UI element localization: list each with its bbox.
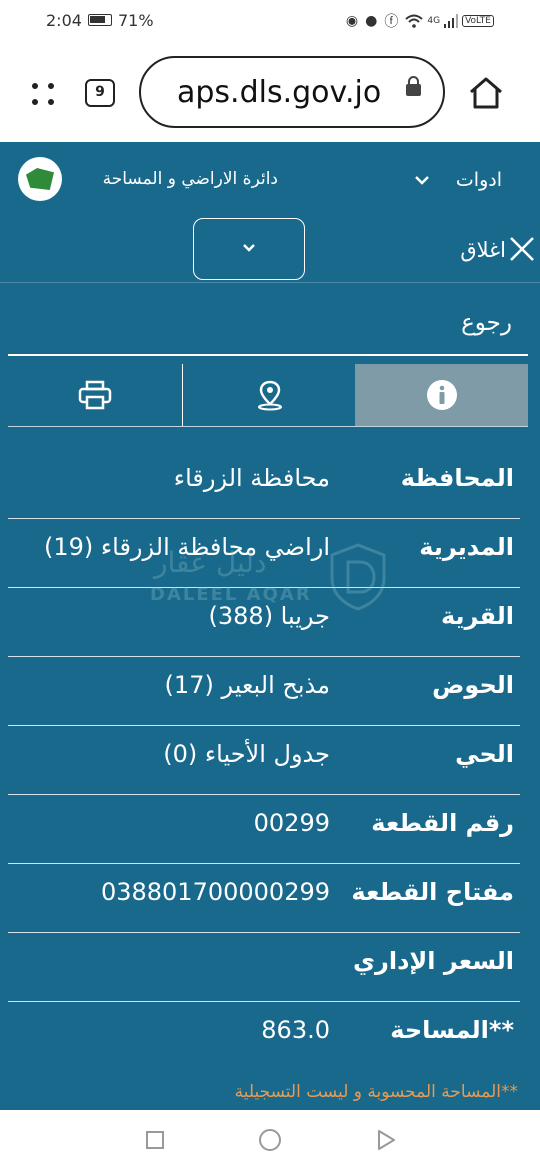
- status-icons: ◉ ● ⓕ 4G VoLTE: [346, 11, 494, 31]
- chevron-down-icon: [243, 244, 255, 252]
- tab-info[interactable]: [355, 364, 528, 426]
- battery-icon: [88, 14, 112, 26]
- area-footnote: **المساحة المحسوبة و ليست التسجيلية: [234, 1082, 518, 1102]
- detail-value: جدول الأحياء (0): [163, 740, 330, 768]
- detail-label: القرية: [440, 602, 514, 630]
- detail-row-village: القرية جريبا (388): [8, 590, 520, 657]
- site-content: دائرة الاراضي و المساحة ادوات اغلاق رجوع: [0, 142, 540, 1110]
- dls-logo[interactable]: [18, 157, 62, 201]
- detail-value: 038801700000299: [100, 878, 330, 906]
- status-time: 2:04: [46, 11, 82, 30]
- tools-menu[interactable]: ادوات: [456, 169, 502, 191]
- back-button[interactable]: [376, 1129, 396, 1151]
- detail-row-admin-price: السعر الإداري: [8, 935, 520, 1002]
- back-row: رجوع: [8, 282, 528, 356]
- detail-row-area: **المساحة 863.0: [8, 1004, 520, 1070]
- url-text: aps.dls.gov.jo: [177, 75, 382, 110]
- detail-value: جريبا (388): [208, 602, 331, 630]
- home-button[interactable]: [259, 1129, 281, 1151]
- info-icon: [426, 380, 457, 410]
- detail-label: الحي: [455, 740, 514, 768]
- signal-icon: [444, 14, 459, 28]
- detail-label: مفتاح القطعة: [351, 878, 514, 906]
- detail-label: السعر الإداري: [353, 947, 514, 975]
- system-nav-bar: [0, 1110, 540, 1170]
- status-bar: 2:04 71% ◉ ● ⓕ 4G VoLTE: [0, 0, 540, 44]
- tab-print[interactable]: [8, 364, 182, 426]
- facebook-icon: ⓕ: [384, 14, 402, 30]
- detail-value: محافظة الزرقاء: [173, 464, 330, 492]
- detail-label: الحوض: [432, 671, 514, 699]
- messenger-icon: ◉: [345, 13, 362, 29]
- detail-row-directorate: المديرية اراضي محافظة الزرقاء (19): [8, 521, 520, 588]
- detail-row-governorate: المحافظة محافظة الزرقاء: [8, 452, 520, 519]
- detail-value: مذبح البعير (17): [164, 671, 330, 699]
- wifi-icon: [405, 14, 424, 28]
- close-button[interactable]: اغلاق: [460, 238, 506, 262]
- address-bar[interactable]: aps.dls.gov.jo: [139, 56, 445, 128]
- home-icon[interactable]: [468, 76, 504, 110]
- parcel-details: المحافظة محافظة الزرقاء المديرية اراضي م…: [8, 452, 520, 1072]
- logo-map-icon: [26, 168, 54, 190]
- printer-icon: [78, 380, 112, 410]
- battery-percent: 71%: [118, 11, 154, 30]
- close-icon[interactable]: [509, 236, 535, 262]
- chat-icon: ●: [365, 13, 381, 29]
- recents-button[interactable]: [146, 1131, 164, 1149]
- detail-label: المديرية: [419, 533, 514, 561]
- detail-value: 863.0: [261, 1016, 330, 1044]
- department-title[interactable]: دائرة الاراضي و المساحة: [103, 169, 278, 189]
- apps-grid-icon[interactable]: [30, 81, 58, 109]
- detail-row-parcel-number: رقم القطعة 00299: [8, 797, 520, 864]
- lock-icon: [406, 76, 421, 96]
- detail-label: المحافظة: [400, 464, 514, 492]
- detail-row-parcel-key: مفتاح القطعة 038801700000299: [8, 866, 520, 933]
- detail-value: 00299: [253, 809, 330, 837]
- detail-label: **المساحة: [390, 1016, 514, 1044]
- tab-divider: [8, 426, 528, 427]
- detail-row-district: الحي جدول الأحياء (0): [8, 728, 520, 795]
- dropdown-toggle-button[interactable]: [193, 218, 305, 280]
- detail-value: اراضي محافظة الزرقاء (19): [43, 533, 330, 561]
- tab-location[interactable]: [182, 364, 356, 426]
- back-link[interactable]: رجوع: [461, 310, 512, 336]
- map-pin-icon: [257, 380, 282, 411]
- tab-switcher-button[interactable]: 9: [85, 79, 115, 107]
- volte-badge: VoLTE: [462, 15, 494, 27]
- detail-row-basin: الحوض مذبح البعير (17): [8, 659, 520, 726]
- tool-tabs: [8, 364, 528, 426]
- detail-label: رقم القطعة: [371, 809, 514, 837]
- network-type: 4G: [427, 16, 441, 26]
- chevron-down-icon[interactable]: [414, 174, 430, 186]
